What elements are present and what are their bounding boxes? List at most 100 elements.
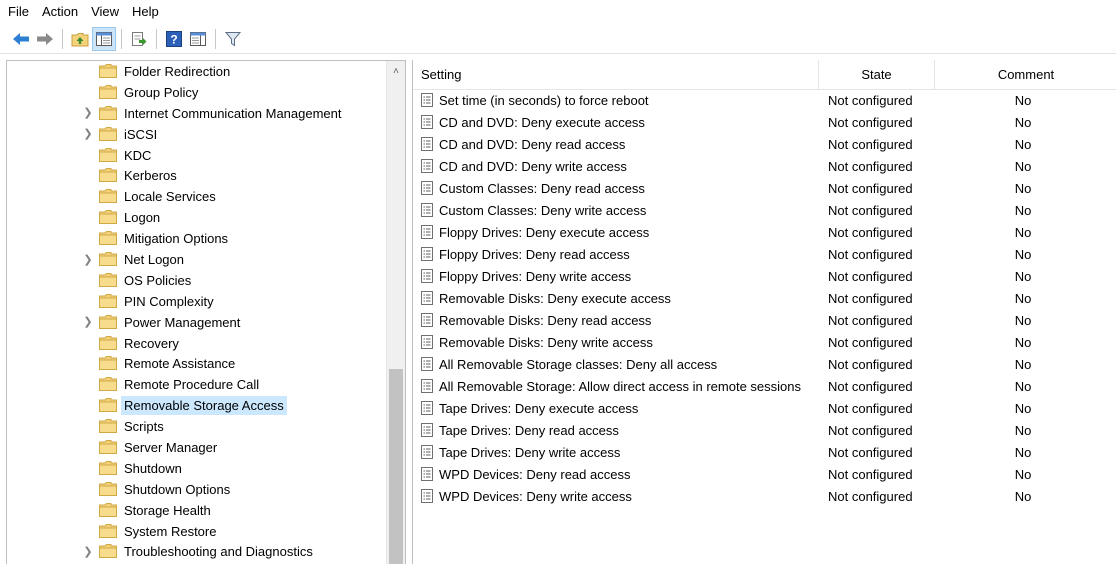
table-row[interactable]: Floppy Drives: Deny execute access Not co… [413,221,1116,243]
properties-view-button[interactable] [187,28,209,50]
policy-setting-icon [421,203,433,217]
table-row[interactable]: WPD Devices: Deny read access Not configu… [413,463,1116,485]
tree-item[interactable]: ❯ Power Management [7,312,387,333]
tree-item[interactable]: Shutdown [7,458,387,479]
back-button[interactable] [10,28,32,50]
comment-cell: No [935,291,1116,306]
table-row[interactable]: WPD Devices: Deny write access Not config… [413,485,1116,507]
folder-icon [99,481,117,496]
comment-value: No [1014,92,1032,108]
table-row[interactable]: Removable Disks: Deny read access Not con… [413,309,1116,331]
setting-cell: Tape Drives: Deny read access [413,423,819,438]
expand-chevron-icon[interactable]: ❯ [83,312,93,332]
comment-value: No [1014,246,1032,262]
tree-item[interactable]: Mitigation Options [7,228,387,249]
tree-item-label: Internet Communication Management [124,105,342,121]
tree-item[interactable]: ❯ Troubleshooting and Diagnostics [7,541,387,562]
tree-item[interactable]: KDC [7,145,387,166]
table-row[interactable]: Floppy Drives: Deny read access Not confi… [413,243,1116,265]
tree-item[interactable]: Scripts [7,416,387,437]
setting-cell: WPD Devices: Deny write access [413,489,819,504]
tree-item-label: PIN Complexity [124,293,214,309]
scrollbar-thumb[interactable] [389,369,403,564]
state-cell: Not configured [828,180,913,196]
tree-item-label: KDC [124,147,152,163]
table-row[interactable]: Custom Classes: Deny write access Not con… [413,199,1116,221]
folder-icon [99,189,117,204]
table-row[interactable]: Tape Drives: Deny execute access Not conf… [413,397,1116,419]
tree-item[interactable]: Shutdown Options [7,479,387,500]
tree-item[interactable]: Recovery [7,333,387,354]
table-row[interactable]: All Removable Storage classes: Deny all … [413,353,1116,375]
tree-item[interactable]: Remote Procedure Call [7,374,387,395]
table-row[interactable]: Removable Disks: Deny execute access Not … [413,287,1116,309]
forward-button[interactable] [34,28,56,50]
comment-value: No [1014,422,1032,438]
table-row[interactable]: CD and DVD: Deny execute access Not confi… [413,111,1116,133]
column-header-comment[interactable]: Comment [935,60,1116,89]
state-cell: Not configured [828,290,913,306]
setting-cell: Tape Drives: Deny execute access [413,401,819,416]
table-row[interactable]: Tape Drives: Deny read access Not configu… [413,419,1116,441]
setting-cell: Floppy Drives: Deny execute access [413,225,819,240]
table-row[interactable]: Custom Classes: Deny read access Not conf… [413,177,1116,199]
tree-scrollbar[interactable]: ˄ [386,61,405,564]
expand-chevron-icon[interactable]: ❯ [83,541,93,561]
setting-name: Tape Drives: Deny read access [439,422,619,438]
menu-file[interactable]: File [0,1,36,23]
tree-item[interactable]: Storage Health [7,500,387,521]
tree-item-label: Troubleshooting and Diagnostics [124,544,313,560]
tree-item[interactable]: Group Policy [7,82,387,103]
table-row[interactable]: CD and DVD: Deny read access Not configur… [413,133,1116,155]
policy-setting-icon [421,445,433,459]
show-hide-tree-button[interactable] [92,26,116,51]
tree-item[interactable]: Folder Redirection [7,61,387,82]
tree-item[interactable]: Remote Assistance [7,353,387,374]
tree-item[interactable]: ❯ Internet Communication Management [7,103,387,124]
comment-cell: No [935,247,1116,262]
filter-icon [225,31,241,46]
up-one-level-button[interactable] [69,28,91,50]
table-row[interactable]: CD and DVD: Deny write access Not configu… [413,155,1116,177]
folder-icon [99,293,117,308]
tree-item[interactable]: Logon [7,207,387,228]
state-cell: Not configured [828,356,913,372]
table-row[interactable]: All Removable Storage: Allow direct acce… [413,375,1116,397]
export-list-button[interactable] [128,28,150,50]
tree-item[interactable]: ❯ Net Logon [7,249,387,270]
table-row[interactable]: Floppy Drives: Deny write access Not conf… [413,265,1116,287]
tree-item[interactable]: Kerberos [7,165,387,186]
tree-item[interactable]: Removable Storage Access [7,395,387,416]
tree-item[interactable]: OS Policies [7,270,387,291]
menu-action[interactable]: Action [36,1,85,23]
back-arrow-icon [13,32,29,45]
column-header-state[interactable]: State [819,60,935,89]
expand-chevron-icon[interactable]: ❯ [83,103,93,123]
properties-view-icon [190,31,206,46]
table-row[interactable]: Set time (in seconds) to force reboot Not… [413,89,1116,111]
column-header-setting[interactable]: Setting [413,60,819,89]
table-row[interactable]: Tape Drives: Deny write access Not config… [413,441,1116,463]
menu-help[interactable]: Help [126,1,166,23]
svg-text:?: ? [170,32,177,46]
setting-name: Removable Disks: Deny read access [439,312,652,328]
tree-item[interactable]: PIN Complexity [7,291,387,312]
setting-name: WPD Devices: Deny read access [439,466,631,482]
tree-item[interactable]: System Restore [7,521,387,542]
table-row[interactable]: Removable Disks: Deny write access Not co… [413,331,1116,353]
expand-chevron-icon[interactable]: ❯ [83,249,93,269]
expand-chevron-icon[interactable]: ❯ [83,124,93,144]
tree-item-label: Scripts [124,419,164,435]
help-button[interactable]: ? [163,28,185,50]
setting-cell: CD and DVD: Deny write access [413,159,819,174]
comment-cell: No [935,379,1116,394]
tree-item[interactable]: Locale Services [7,186,387,207]
state-cell: Not configured [828,422,913,438]
tree-item-label: Power Management [124,314,241,330]
tree-item[interactable]: ❯ iSCSI [7,124,387,145]
scroll-up-arrow-icon[interactable]: ˄ [387,61,405,81]
tree-item[interactable]: Server Manager [7,437,387,458]
toolbar-separator [62,28,63,49]
filter-button[interactable] [222,28,244,50]
menu-view[interactable]: View [85,1,126,23]
